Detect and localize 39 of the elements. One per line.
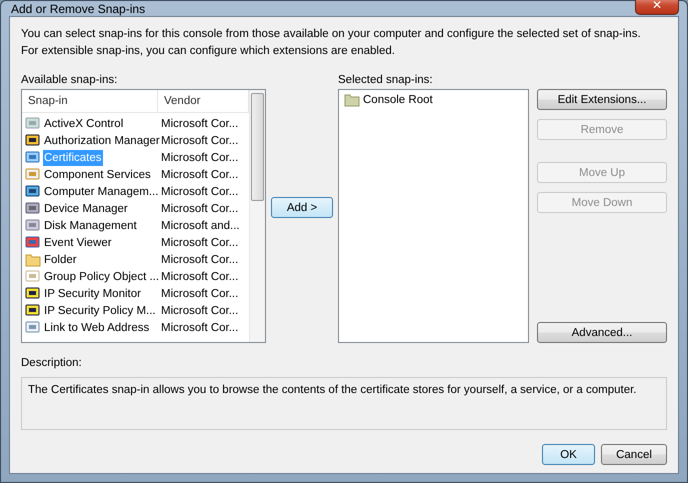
snapin-item[interactable]: Authorization Manager (43, 132, 161, 148)
vendor-cell-text: Microsoft Cor... (160, 270, 238, 282)
vendor-cell-text: Microsoft Cor... (160, 118, 238, 130)
snapin-item[interactable]: Component Services (43, 166, 152, 182)
snapin-item[interactable]: Folder (43, 252, 78, 268)
column-header[interactable]: Snap-in (22, 90, 158, 112)
window-title: Add or Remove Snap-ins (10, 2, 146, 16)
snapin-item[interactable]: IP Security Monitor (43, 286, 142, 302)
vendor-cell-text: Microsoft Cor... (160, 304, 238, 316)
tree-item[interactable]: Console Root (363, 94, 433, 106)
ok-button[interactable]: OK (542, 444, 595, 465)
snapin-item[interactable]: Link to Web Address (43, 320, 150, 336)
vendor-cell-text: Microsoft Cor... (160, 152, 238, 164)
description-label: Description: (21, 356, 83, 371)
vendor-cell-text: Microsoft Cor... (160, 322, 238, 334)
close-button[interactable]: ✕ (635, 0, 679, 14)
vendor-cell-text: Microsoft Cor... (160, 134, 238, 146)
snapin-item[interactable]: Device Manager (43, 200, 129, 216)
snapin-item[interactable]: ActiveX Control (43, 116, 124, 132)
vendor-cell-text: Microsoft Cor... (160, 254, 238, 266)
cancel-button[interactable]: Cancel (601, 444, 667, 465)
snapin-item[interactable]: IP Security Policy M... (43, 302, 157, 318)
snapin-item[interactable]: Disk Management (43, 218, 138, 234)
selected-label: Selected snap-ins: (338, 73, 434, 88)
vendor-cell-text: Microsoft Cor... (160, 168, 238, 180)
snapin-item[interactable]: Event Viewer (43, 234, 113, 250)
side-button[interactable]: Advanced... (537, 322, 667, 343)
intro-text: You can select snap-ins for this console from those available on your computer and configure the selected set of snap-ins. For extensible snap-ins, you can configure which extensions are enabled. (21, 27, 642, 59)
side-button[interactable]: Edit Extensions... (537, 89, 667, 110)
snapin-item[interactable]: Group Policy Object ... (43, 268, 160, 284)
vendor-cell-text: Microsoft and... (160, 220, 240, 232)
vendor-cell-text: Microsoft Cor... (160, 288, 238, 300)
vendor-cell-text: Microsoft Cor... (160, 236, 238, 248)
vendor-cell-text: Microsoft Cor... (160, 186, 238, 198)
available-label: Available snap-ins: (21, 73, 118, 88)
vendor-cell-text: Microsoft Cor... (160, 202, 238, 214)
description-text: The Certificates snap-in allows you to browse the contents of the certificate stores for yourself, a service, or a computer. (21, 377, 667, 430)
snapin-item[interactable]: Computer Managem... (43, 184, 160, 200)
add-button[interactable]: Add > (271, 197, 333, 218)
